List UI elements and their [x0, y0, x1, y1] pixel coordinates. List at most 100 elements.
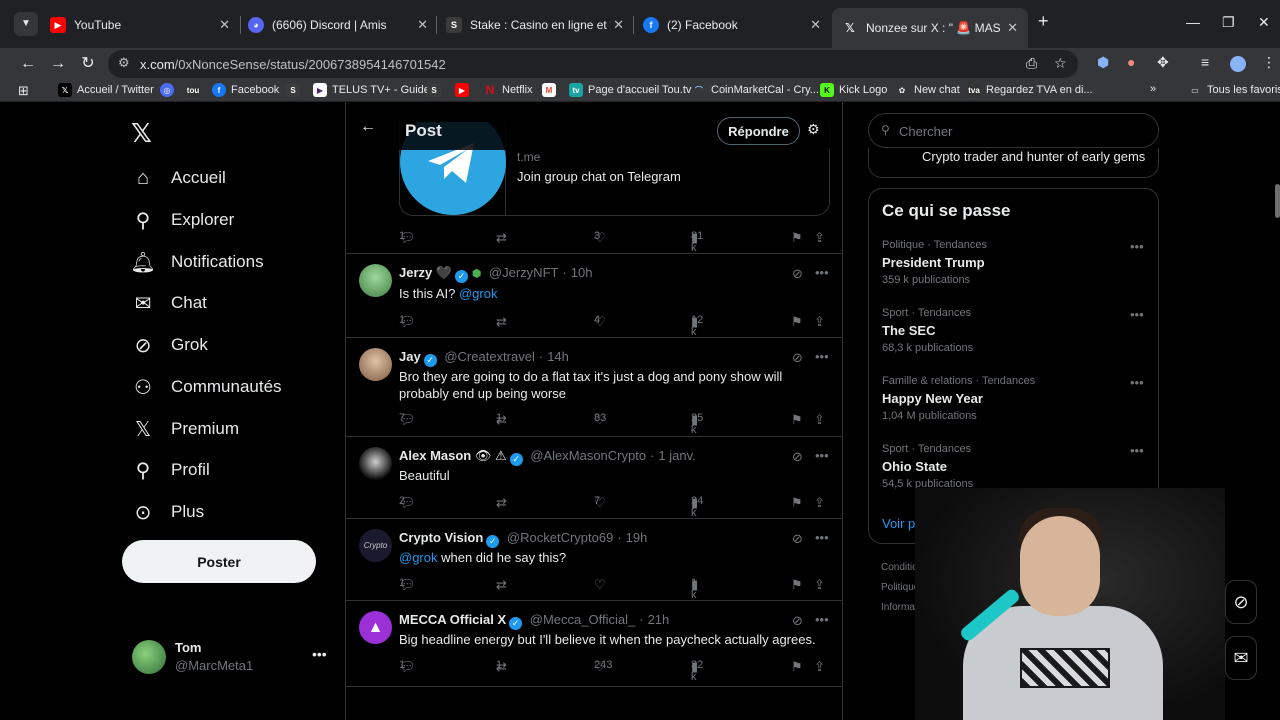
tab-youtube[interactable]: ▶ YouTube ✕ [40, 8, 240, 42]
grok-icon[interactable]: ⊘ [792, 266, 803, 282]
nav-item-plus[interactable]: ⊙ Plus [131, 497, 204, 527]
bookmark-gmail[interactable]: M [542, 83, 561, 97]
tab-x-post[interactable]: 𝕏 Nonzee sur X : " 🚨 MASSIVE N ✕ [832, 8, 1028, 48]
trend-item[interactable]: Sport · Tendances The SEC 68,3 k publica… [882, 307, 1152, 363]
tweet-text: @grok when did he say this? [399, 550, 567, 565]
back-arrow-icon[interactable]: ← [360, 118, 376, 136]
bookmark-kick[interactable]: K Kick Logo [820, 83, 887, 97]
more-icon[interactable]: ••• [815, 612, 829, 627]
back-icon[interactable]: ← [16, 52, 40, 76]
install-app-icon[interactable]: ⎙ [1026, 55, 1037, 72]
more-icon[interactable]: ••• [815, 530, 829, 545]
account-switcher[interactable]: Tom @MarcMeta1 ••• [132, 638, 332, 678]
close-icon[interactable]: ✕ [1007, 20, 1018, 36]
tab-label: YouTube [74, 18, 122, 32]
filter-icon[interactable]: ⚙ [807, 121, 820, 138]
search-box[interactable]: ⚲ [868, 113, 1159, 148]
close-icon[interactable]: ✕ [417, 17, 428, 33]
bookmark-stake[interactable]: S [286, 83, 305, 97]
bookmark-icon: ⚑ [791, 495, 803, 510]
nav-item-premium[interactable]: 𝕏 Premium [131, 414, 239, 444]
trend-item[interactable]: Famille & relations · Tendances Happy Ne… [882, 375, 1152, 431]
share-icon: ⇪ [814, 314, 825, 329]
tab-stake[interactable]: S Stake : Casino en ligne et Paris ✕ [436, 8, 634, 42]
nav-item-communautes[interactable]: ⚇ Communautés [131, 372, 282, 402]
profile-avatar-icon[interactable] [1230, 56, 1246, 72]
chevron-right-icon[interactable]: » [1150, 83, 1156, 95]
extension-icon[interactable]: ⬢ [1097, 54, 1109, 71]
bookmark-stake-2[interactable]: S [427, 83, 446, 97]
tab-search-button[interactable]: ▼ [14, 12, 38, 36]
more-icon[interactable]: ••• [312, 646, 327, 662]
maximize-icon[interactable]: ❐ [1222, 14, 1235, 31]
show-more-link[interactable]: Voir pl [882, 516, 918, 531]
puzzle-icon[interactable]: ✥ [1157, 54, 1169, 71]
star-icon[interactable]: ☆ [1054, 55, 1067, 72]
trend-item[interactable]: Politique · Tendances President Trump 35… [882, 239, 1152, 295]
search-input[interactable] [899, 121, 1139, 141]
scrollbar-thumb[interactable] [1275, 184, 1280, 218]
forward-icon[interactable]: → [46, 52, 70, 76]
nav-item-chat[interactable]: ✉ Chat [131, 288, 207, 318]
avatar[interactable]: Crypto [359, 529, 392, 562]
bookmark-youtube[interactable]: ▶ [455, 83, 474, 97]
all-bookmarks[interactable]: ▭ Tous les favoris [1188, 83, 1280, 97]
more-icon[interactable]: ••• [815, 265, 829, 280]
grok-icon[interactable]: ⊘ [792, 449, 803, 465]
bookmark-accueil-twitter[interactable]: 𝕏 Accueil / Twitter [58, 83, 154, 97]
minimize-icon[interactable]: — [1186, 14, 1200, 30]
footer-link-info[interactable]: Informat [881, 602, 918, 613]
more-icon[interactable]: ••• [815, 448, 829, 463]
grok-icon[interactable]: ⊘ [792, 350, 803, 366]
menu-icon[interactable]: ⋮ [1262, 54, 1276, 71]
post-button[interactable]: Poster [122, 540, 316, 583]
nav-item-explorer[interactable]: ⚲ Explorer [131, 205, 235, 235]
media-control-icon[interactable]: ≡ [1201, 54, 1209, 70]
extension-badge-icon[interactable]: ● [1127, 54, 1135, 70]
address-bar[interactable]: ⚙ x.com/0xNonceSense/status/200673895414… [108, 50, 1078, 78]
bookmark-tou-tv[interactable]: tou [186, 83, 205, 97]
tab-label: (6606) Discord | Amis [272, 18, 387, 32]
mail-icon[interactable]: ✉ [1225, 636, 1257, 680]
nav-item-notifications[interactable]: 🔔︎ Notifications [130, 247, 263, 277]
close-icon[interactable]: ✕ [219, 17, 230, 33]
bookmark-netflix[interactable]: N Netflix [483, 83, 533, 97]
nav-item-profil[interactable]: ⚲ Profil [131, 455, 210, 485]
bookmark-facebook[interactable]: f Facebook [212, 83, 279, 97]
more-icon[interactable]: ••• [1130, 443, 1144, 458]
reload-icon[interactable]: ↻ [76, 52, 100, 76]
more-icon[interactable]: ••• [815, 349, 829, 364]
new-tab-icon[interactable]: + [1038, 11, 1049, 32]
footer-link-terms[interactable]: Conditio [881, 562, 918, 573]
nav-item-accueil[interactable]: ⌂ Accueil [131, 163, 226, 193]
close-window-icon[interactable]: ✕ [1258, 14, 1270, 31]
avatar[interactable] [359, 447, 392, 480]
more-icon[interactable]: ••• [1130, 307, 1144, 322]
tab-facebook[interactable]: f (2) Facebook ✕ [633, 8, 831, 42]
bookmark-coinmarketcal[interactable]: ⌒ CoinMarketCal - Cry... [692, 83, 819, 97]
stake-icon: S [446, 17, 462, 33]
bookmark-telus[interactable]: ▶ TELUS TV+ - Guide [313, 83, 430, 97]
grok-icon[interactable]: ⊘ [1225, 580, 1257, 624]
reply-button[interactable]: Répondre [717, 117, 800, 145]
facebook-icon: f [643, 17, 659, 33]
x-logo-icon[interactable]: 𝕏 [131, 118, 152, 149]
bookmark-circle-app[interactable]: ◎ [160, 83, 179, 97]
close-icon[interactable]: ✕ [613, 17, 624, 33]
avatar[interactable] [359, 348, 392, 381]
apps-grid-icon[interactable]: ⊞ [18, 83, 29, 99]
footer-link-privacy[interactable]: Politique [881, 582, 919, 593]
close-icon[interactable]: ✕ [810, 17, 821, 33]
grok-icon[interactable]: ⊘ [792, 613, 803, 629]
avatar[interactable] [359, 264, 392, 297]
more-icon[interactable]: ••• [1130, 239, 1144, 254]
bookmark-toutv[interactable]: tv Page d'accueil Tou.tv [569, 83, 691, 97]
avatar[interactable]: ▲ [359, 611, 392, 644]
nav-item-grok[interactable]: ⊘ Grok [131, 330, 208, 360]
bookmark-tva[interactable]: tva Regardez TVA en di... [967, 83, 1093, 97]
more-icon[interactable]: ••• [1130, 375, 1144, 390]
grok-icon[interactable]: ⊘ [792, 531, 803, 547]
site-info-icon[interactable]: ⚙ [118, 55, 130, 71]
bookmark-new-chat[interactable]: ✿ New chat [895, 83, 960, 97]
tab-discord[interactable]: ◕ (6606) Discord | Amis ✕ [238, 8, 438, 42]
